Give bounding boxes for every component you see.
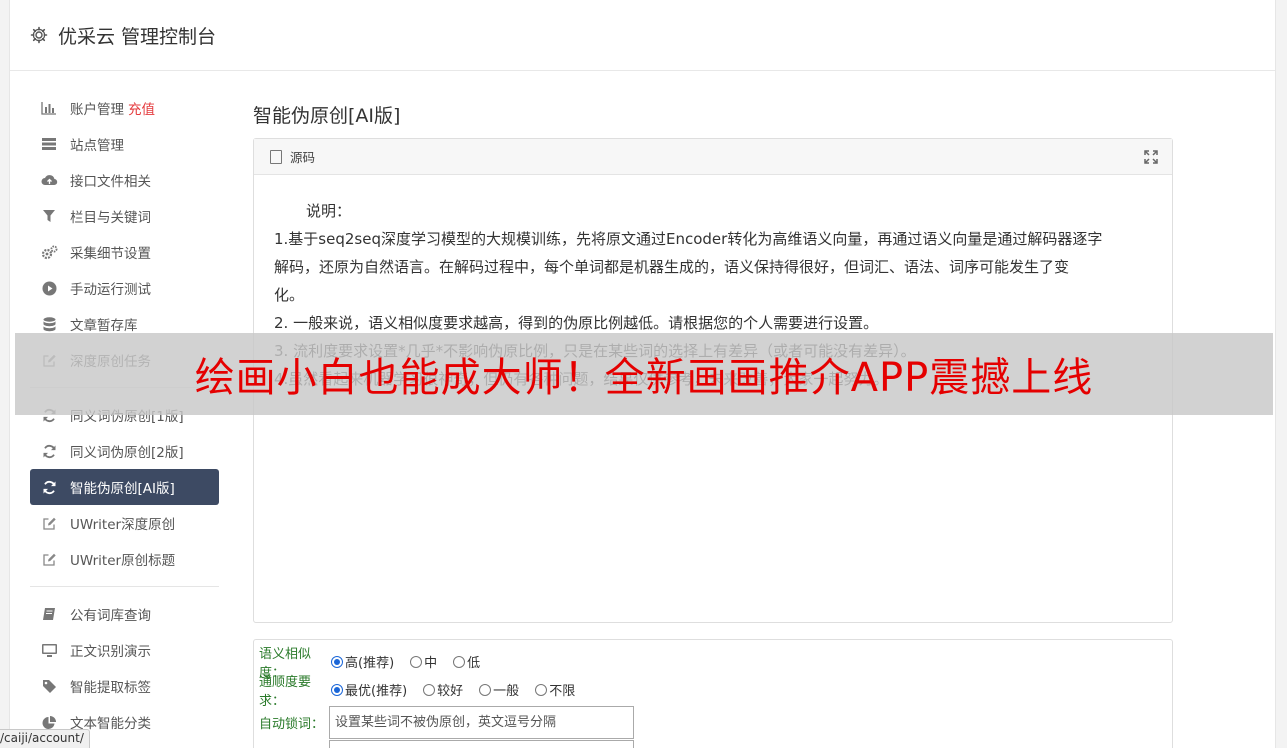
header: 优采云 管理控制台 <box>10 0 1275 71</box>
sidebar-item[interactable]: 同义词伪原创[2版] <box>30 433 219 469</box>
lock-words-input[interactable] <box>329 705 634 739</box>
editor-line: 1.基于seq2seq深度学习模型的大规模训练，先将原文通过Encoder转化为… <box>274 230 1103 248</box>
radio-label: 中 <box>424 656 438 672</box>
sidebar-item[interactable]: 采集细节设置 <box>30 234 219 270</box>
ad-banner[interactable]: 绘画小白也能成大师！全新画画推介APP震撼上线 <box>15 333 1273 415</box>
lock-row: 自动锁词： <box>259 704 1167 740</box>
radio-label: 低 <box>467 656 481 672</box>
radio-circle[interactable] <box>535 683 548 696</box>
source-code-icon[interactable] <box>270 149 282 164</box>
fluency-radio[interactable]: 不限 <box>535 680 575 699</box>
editor-toolbar: 源码 <box>254 139 1172 175</box>
radio-label: 高(推荐) <box>345 656 395 672</box>
radio-circle[interactable] <box>423 683 436 696</box>
radio-circle[interactable] <box>410 655 423 668</box>
sidebar-item[interactable]: 智能提取标签 <box>30 668 219 704</box>
sidebar-item[interactable]: 栏目与关键词 <box>30 198 219 234</box>
similarity-row: 语义相似度： 高(推荐) 中低 <box>259 647 1167 681</box>
app-title: 优采云 管理控制台 <box>58 25 217 48</box>
sidebar-item[interactable]: 站点管理 <box>30 126 219 162</box>
sidebar-item-label: 站点管理 <box>70 138 124 154</box>
radio-circle[interactable] <box>331 683 343 696</box>
sidebar-item[interactable]: UWriter原创标题 <box>30 541 219 577</box>
refresh-icon <box>40 478 58 496</box>
fluency-radio[interactable]: 较好 <box>423 680 463 699</box>
radio-label: 较好 <box>437 684 464 700</box>
sidebar-item-label: UWriter深度原创 <box>70 517 176 533</box>
fluency-radio[interactable]: 最优(推荐) <box>331 680 407 699</box>
sidebar-divider <box>30 586 219 587</box>
bar-chart-icon <box>40 99 58 117</box>
ad-banner-text[interactable]: 绘画小白也能成大师！全新画画推介APP震撼上线 <box>195 345 1094 403</box>
edit-icon <box>40 550 58 568</box>
maximize-icon[interactable] <box>1144 150 1158 164</box>
sidebar-item-label: 接口文件相关 <box>70 174 151 190</box>
radio-circle[interactable] <box>479 683 492 696</box>
database-icon <box>40 315 58 333</box>
source-button-label[interactable]: 源码 <box>290 147 315 166</box>
fluency-row: 通顺度要求： 最优(推荐) 较好 一般 不限 <box>259 675 1167 709</box>
sidebar-item[interactable]: 账户管理 充值 <box>30 90 219 126</box>
sidebar-item-label: 采集细节设置 <box>70 246 151 262</box>
gear-icon <box>30 26 48 44</box>
status-url: /caiji/account/ <box>0 729 90 748</box>
sidebar-item[interactable]: UWriter深度原创 <box>30 505 219 541</box>
sidebar-item[interactable]: 正文识别演示 <box>30 632 219 668</box>
book-icon <box>40 605 58 623</box>
cloud-upload-icon <box>40 171 58 189</box>
sidebar-item[interactable]: 接口文件相关 <box>30 162 219 198</box>
sidebar-item[interactable]: 手动运行测试 <box>30 270 219 306</box>
sidebar-item-label: 智能提取标签 <box>70 680 151 696</box>
filter-icon <box>40 207 58 225</box>
sidebar-item-label: 正文识别演示 <box>70 644 151 660</box>
options-panel: 语义相似度： 高(推荐) 中低 通顺度要求： 最优(推荐) 较好 一般 不限 自动锁词： <box>253 639 1173 748</box>
tag-icon <box>40 677 58 695</box>
similarity-radio[interactable]: 高(推荐) <box>331 652 394 671</box>
page-title: 智能伪原创[AI版] <box>253 104 401 127</box>
similarity-radio[interactable]: 中 <box>410 652 437 671</box>
gears-icon <box>40 243 58 261</box>
recharge-link[interactable]: 充值 <box>128 98 155 118</box>
sidebar-item-label: 账户管理 <box>70 102 124 118</box>
play-icon <box>40 279 58 297</box>
main-panel: 智能伪原创[AI版] 源码 说明： 1.基于seq2seq深度学习模型的大规模训练… <box>253 90 1173 748</box>
fluency-label: 通顺度要求： <box>259 675 312 709</box>
sidebar-item-label: 手动运行测试 <box>70 282 151 298</box>
refresh-icon <box>40 442 58 460</box>
sidebar-item-label: 栏目与关键词 <box>70 210 151 226</box>
sidebar: 账户管理充值站点管理接口文件相关栏目与关键词采集细节设置手动运行测试文章暂存库深… <box>30 90 219 740</box>
editor-line: 化。 <box>274 286 305 304</box>
sidebar-item-label: UWriter原创标题 <box>70 553 176 569</box>
server-icon <box>40 135 58 153</box>
similarity-radio[interactable]: 低 <box>453 652 480 671</box>
edit-icon <box>40 514 58 532</box>
lock-words-input-2[interactable] <box>329 740 634 748</box>
sidebar-item-label: 公有词库查询 <box>70 608 151 624</box>
sidebar-item-label: 同义词伪原创[2版] <box>70 445 184 461</box>
radio-circle[interactable] <box>453 655 466 668</box>
radio-label: 一般 <box>493 684 520 700</box>
editor-line: 说明： <box>306 202 352 220</box>
radio-label: 不限 <box>549 684 576 700</box>
radio-label: 最优(推荐) <box>345 684 408 700</box>
sidebar-item-label: 智能伪原创[AI版] <box>70 481 175 497</box>
sidebar-item-label: 文章暂存库 <box>70 318 138 334</box>
radio-circle[interactable] <box>331 655 343 668</box>
sidebar-item[interactable]: 智能伪原创[AI版] <box>30 469 219 505</box>
sidebar-item[interactable]: 公有词库查询 <box>30 596 219 632</box>
lock-label: 自动锁词： <box>259 716 325 732</box>
fluency-radio[interactable]: 一般 <box>479 680 519 699</box>
monitor-icon <box>40 641 58 659</box>
editor-line: 解码，还原为自然语言。在解码过程中，每个单词都是机器生成的，语义保持得很好，但词… <box>274 258 1070 276</box>
